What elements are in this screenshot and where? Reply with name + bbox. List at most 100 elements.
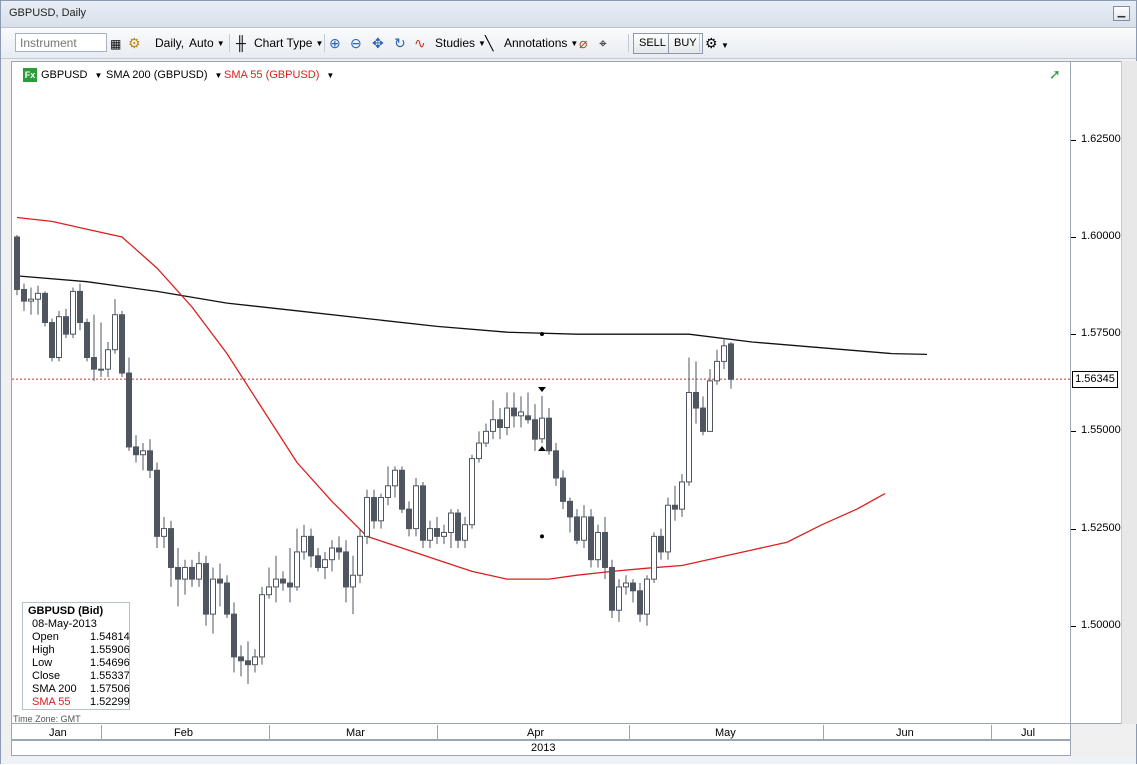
y-tick-label: 1.50000 bbox=[1081, 618, 1121, 631]
chevron-down-icon: ▼ bbox=[216, 38, 225, 48]
buy-button[interactable]: BUY bbox=[668, 33, 703, 54]
x-month-label: May bbox=[715, 727, 736, 739]
y-tick-mark bbox=[1071, 625, 1076, 627]
chevron-down-icon[interactable]: ▼ bbox=[721, 38, 729, 54]
legend-sma200[interactable]: SMA 200 (GBPUSD) ▼ bbox=[106, 68, 222, 83]
toolbar: ▦ ⚙ Daily, Auto▼ ╫ Chart Type▼ ⊕ ⊖ ✥ ↻ ∿… bbox=[1, 28, 1136, 59]
x-month-divider bbox=[823, 725, 824, 739]
studies-label: Studies bbox=[435, 36, 476, 50]
crosshair-icon[interactable]: ⌖ bbox=[599, 35, 607, 51]
infobox-value: 1.52299 bbox=[90, 696, 130, 708]
infobox-key: High bbox=[32, 644, 55, 656]
settings-gear-icon[interactable]: ⚙ bbox=[705, 35, 718, 51]
y-tick-mark bbox=[1071, 431, 1076, 433]
vertical-scrollbar[interactable] bbox=[1121, 61, 1137, 724]
window-title: GBPUSD, Daily bbox=[9, 7, 87, 19]
infobox-row: Low 1.54696 bbox=[28, 657, 130, 670]
infobox-title: GBPUSD (Bid) bbox=[28, 605, 104, 617]
legend-sma55-label: SMA 55 (GBPUSD) bbox=[224, 69, 320, 81]
zoom-in-icon[interactable]: ⊕ bbox=[329, 35, 341, 51]
current-price-label: 1.56345 bbox=[1072, 371, 1118, 388]
separator bbox=[628, 34, 629, 52]
sell-button[interactable]: SELL bbox=[633, 33, 672, 54]
infobox-key: Open bbox=[32, 631, 59, 643]
legend-instrument-label: GBPUSD bbox=[41, 69, 88, 81]
chart-type-dropdown[interactable]: Chart Type ▼ bbox=[254, 34, 323, 52]
instrument-input[interactable] bbox=[15, 33, 107, 52]
chevron-down-icon: ▼ bbox=[94, 71, 103, 80]
y-tick-mark bbox=[1071, 139, 1076, 141]
year-label: 2013 bbox=[531, 742, 556, 754]
infobox-row: SMA 55 1.52299 bbox=[28, 696, 130, 709]
period-label: Daily, bbox=[155, 36, 185, 50]
chart-plot-area[interactable] bbox=[11, 61, 1071, 724]
annotations-dropdown[interactable]: Annotations ▼ bbox=[504, 34, 578, 52]
legend-sma200-label: SMA 200 (GBPUSD) bbox=[106, 69, 208, 81]
y-tick-mark bbox=[1071, 334, 1076, 336]
x-month-divider bbox=[101, 725, 102, 739]
studies-icon[interactable]: ∿ bbox=[414, 35, 426, 51]
chevron-down-icon: ▼ bbox=[570, 38, 579, 48]
separator bbox=[699, 34, 700, 52]
eraser-icon[interactable]: ⌀ bbox=[579, 35, 587, 51]
infobox-value: 1.54814 bbox=[90, 631, 130, 643]
chevron-down-icon: ▼ bbox=[315, 38, 324, 48]
y-tick-mark bbox=[1071, 236, 1076, 238]
infobox-row: Open 1.54814 bbox=[28, 631, 130, 644]
ohlc-info-box: GBPUSD (Bid) 08-May-2013 Open 1.54814 High… bbox=[22, 602, 130, 710]
scale-label: Auto bbox=[189, 36, 214, 50]
refresh-icon[interactable]: ↻ bbox=[394, 35, 406, 51]
line-tool-icon[interactable]: ╲ bbox=[485, 35, 493, 51]
x-month-divider bbox=[269, 725, 270, 739]
infobox-row: SMA 200 1.57506 bbox=[28, 683, 130, 696]
scale-dropdown[interactable]: Auto ▼ bbox=[189, 34, 225, 52]
x-month-label: Jun bbox=[896, 727, 914, 739]
x-month-divider bbox=[437, 725, 438, 739]
separator bbox=[324, 34, 325, 52]
chevron-down-icon: ▼ bbox=[326, 71, 335, 80]
infobox-value: 1.55906 bbox=[90, 644, 130, 656]
annotations-label: Annotations bbox=[504, 36, 568, 50]
studies-dropdown[interactable]: Studies ▼ bbox=[435, 34, 486, 52]
infobox-key: Low bbox=[32, 657, 53, 669]
infobox-row: Close 1.55337 bbox=[28, 670, 130, 683]
x-month-label: Apr bbox=[527, 727, 545, 739]
y-tick-label: 1.57500 bbox=[1081, 327, 1121, 340]
infobox-value: 1.54696 bbox=[90, 657, 130, 669]
chart-window: GBPUSD, Daily ▁ ▦ ⚙ Daily, Auto▼ ╫ Chart… bbox=[0, 0, 1137, 764]
period-dropdown[interactable]: Daily, bbox=[155, 34, 184, 52]
y-tick-label: 1.52500 bbox=[1081, 521, 1121, 534]
zoom-out-icon[interactable]: ⊖ bbox=[350, 35, 362, 51]
fx-icon: Fx bbox=[23, 68, 37, 82]
y-tick-label: 1.62500 bbox=[1081, 132, 1121, 145]
infobox-key: SMA 200 bbox=[32, 683, 77, 695]
infobox-date: 08-May-2013 bbox=[32, 618, 97, 630]
x-month-divider bbox=[629, 725, 630, 739]
chevron-down-icon: ▼ bbox=[214, 71, 223, 80]
x-month-label: Jan bbox=[49, 727, 67, 739]
title-bar: GBPUSD, Daily ▁ bbox=[1, 1, 1136, 28]
x-month-label: Jul bbox=[1021, 727, 1036, 739]
candlestick-icon[interactable]: ╫ bbox=[236, 35, 246, 51]
bottom-edge bbox=[1, 757, 1136, 764]
y-tick-label: 1.55000 bbox=[1081, 424, 1121, 437]
infobox-key: Close bbox=[32, 670, 61, 682]
minimize-button[interactable]: ▁ bbox=[1113, 6, 1130, 21]
infobox-row: High 1.55906 bbox=[28, 644, 130, 657]
x-month-label: Mar bbox=[346, 727, 365, 739]
y-tick-label: 1.60000 bbox=[1081, 229, 1121, 242]
chart-type-label: Chart Type bbox=[254, 36, 313, 50]
x-month-label: Feb bbox=[174, 727, 193, 739]
infobox-key: SMA 55 bbox=[32, 696, 71, 708]
calculator-icon[interactable]: ▦ bbox=[110, 36, 121, 52]
chart-style-icon[interactable]: ⚙ bbox=[128, 35, 141, 51]
infobox-value: 1.57506 bbox=[90, 683, 130, 695]
separator bbox=[229, 34, 230, 52]
legend-sma55[interactable]: SMA 55 (GBPUSD) ▼ bbox=[224, 68, 334, 83]
trend-arrow-icon: ➚ bbox=[1049, 66, 1061, 82]
fit-icon[interactable]: ✥ bbox=[372, 35, 384, 51]
infobox-value: 1.55337 bbox=[90, 670, 130, 682]
legend-instrument[interactable]: GBPUSD ▼ bbox=[41, 68, 102, 83]
x-month-divider bbox=[991, 725, 992, 739]
timezone-label: Time Zone: GMT bbox=[13, 714, 81, 724]
